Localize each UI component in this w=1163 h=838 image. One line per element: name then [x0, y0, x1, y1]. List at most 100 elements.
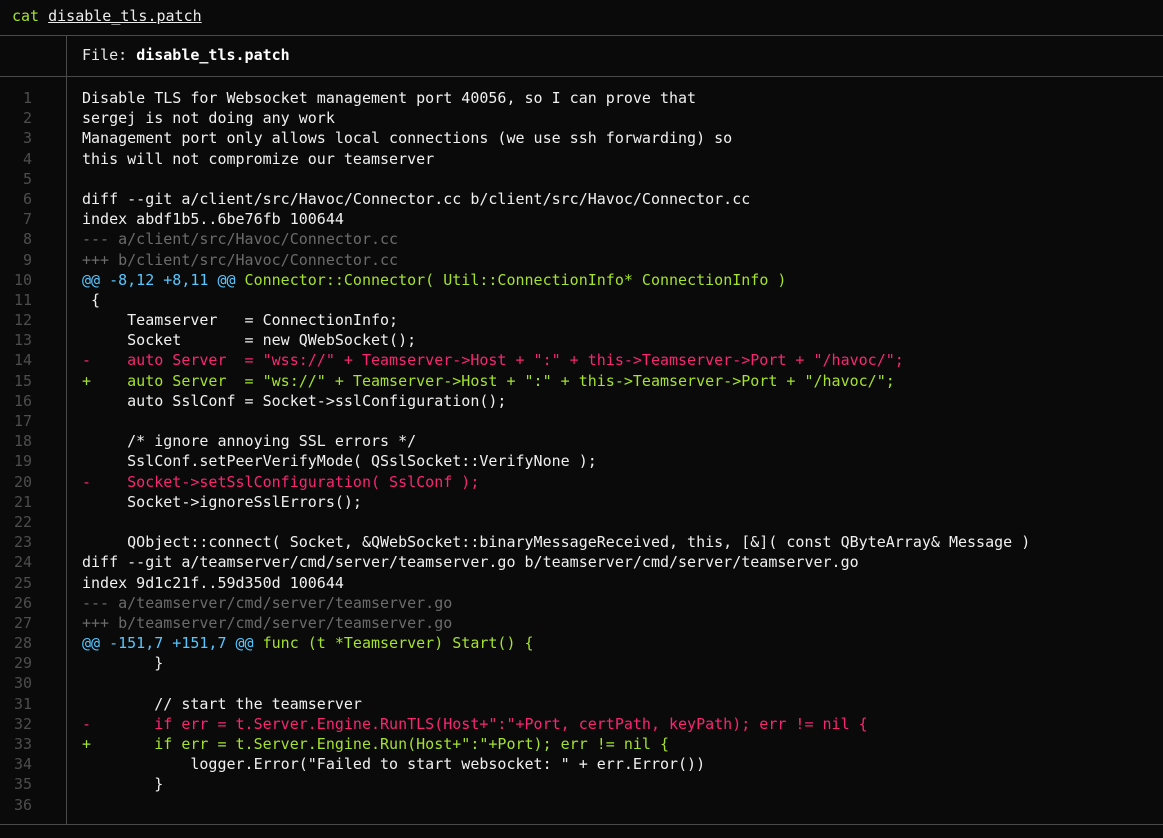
line-number: 11: [13, 290, 32, 309]
line-number: 10: [13, 270, 32, 289]
line-number: 13: [13, 331, 32, 350]
code-line: 5: [0, 169, 1163, 189]
line-number: 32: [13, 714, 32, 733]
code-line: 28 @@ -151,7 +151,7 @@ func (t *Teamserve…: [0, 633, 1163, 653]
code-line: 24 diff --git a/teamserver/cmd/server/tea…: [0, 552, 1163, 572]
line-text: @@ -151,7 +151,7 @@ func (t *Teamserver)…: [82, 633, 534, 653]
hunk-context: Connector::Connector( Util::ConnectionIn…: [235, 270, 787, 289]
line-number: 23: [13, 533, 32, 552]
line-text: --- a/client/src/Havoc/Connector.cc: [82, 230, 399, 249]
line-text: auto Server = "wss://" + Teamserver->Hos…: [82, 351, 904, 370]
line-text: index 9d1c21f..59d350d 100644: [82, 573, 344, 592]
code-line: 7 index abdf1b5..6be76fb 100644: [0, 209, 1163, 229]
line-number: 18: [13, 432, 32, 451]
code-line: 34 logger.Error("Failed to start websock…: [0, 754, 1163, 774]
line-text: }: [82, 654, 164, 673]
line-text: this will not compromize our teamserver: [82, 149, 435, 168]
line-text: {: [82, 290, 101, 309]
line-text: Management port only allows local connec…: [82, 129, 733, 148]
line-number: 33: [13, 735, 32, 753]
line-text: Socket = new QWebSocket();: [82, 331, 417, 350]
line-number: 22: [13, 512, 32, 531]
code-line: 27 +++ b/teamserver/cmd/server/teamserver…: [0, 613, 1163, 633]
line-number: 3: [22, 129, 32, 148]
line-text: Disable TLS for Websocket management por…: [82, 89, 697, 107]
code-line: 18 /* ignore annoying SSL errors */: [0, 431, 1163, 451]
line-number: 24: [13, 553, 32, 572]
line-number: 27: [13, 613, 32, 632]
line-text: @@ -8,12 +8,11 @@ Connector::Connector( …: [82, 270, 786, 290]
line-number: 35: [13, 775, 32, 794]
line-number: 4: [22, 149, 32, 168]
line-text: // start the teamserver: [82, 694, 362, 713]
line-number: 31: [13, 694, 32, 713]
line-number: 30: [13, 674, 32, 693]
line-number: 34: [13, 755, 32, 774]
code-line: 6 diff --git a/client/src/Havoc/Connector…: [0, 189, 1163, 209]
code-line: 10 @@ -8,12 +8,11 @@ Connector::Connector…: [0, 270, 1163, 290]
line-number: 15: [13, 371, 32, 390]
code-line: 13 Socket = new QWebSocket();: [0, 330, 1163, 350]
code-line: 15 + auto Server = "ws://" + Teamserver->…: [0, 371, 1163, 391]
code-line: 3 Management port only allows local conne…: [0, 128, 1163, 148]
line-number: 19: [13, 452, 32, 471]
line-number: 16: [13, 391, 32, 410]
code-line: 16 auto SslConf = Socket->sslConfigurati…: [0, 391, 1163, 411]
code-line: 8 --- a/client/src/Havoc/Connector.cc: [0, 229, 1163, 249]
line-text: logger.Error("Failed to start websocket:…: [82, 755, 706, 774]
code-line: 19 SslConf.setPeerVerifyMode( QSslSocket…: [0, 451, 1163, 471]
code-line: 33 + if err = t.Server.Engine.Run(Host+":…: [0, 734, 1163, 754]
file-label-prefix: File:: [82, 46, 137, 64]
line-number: 26: [13, 593, 32, 612]
code-line: 36: [0, 795, 1163, 815]
code-line: 29 }: [0, 653, 1163, 673]
line-text: Socket->setSslConfiguration( SslConf );: [82, 472, 480, 491]
line-number: 8: [22, 230, 32, 249]
line-number: 20: [13, 472, 32, 491]
line-text: index abdf1b5..6be76fb 100644: [82, 210, 344, 229]
line-number: 21: [13, 492, 32, 511]
line-text: SslConf.setPeerVerifyMode( QSslSocket::V…: [82, 452, 597, 471]
code-line: 30: [0, 673, 1163, 693]
file-header-label: File: disable_tls.patch: [82, 46, 290, 64]
code-line: 17: [0, 411, 1163, 431]
hunk-context: func (t *Teamserver) Start() {: [253, 634, 534, 653]
line-text: diff --git a/client/src/Havoc/Connector.…: [82, 189, 751, 208]
line-number: 1: [22, 89, 32, 107]
line-text: auto Server = "ws://" + Teamserver->Host…: [82, 371, 895, 390]
line-number: 6: [22, 189, 32, 208]
line-number: 5: [22, 169, 32, 188]
code-line: 32- if err = t.Server.Engine.RunTLS(Host…: [0, 714, 1163, 734]
code-line: 9 +++ b/client/src/Havoc/Connector.cc: [0, 250, 1163, 270]
line-number: 7: [22, 210, 32, 229]
line-text: diff --git a/teamserver/cmd/server/teams…: [82, 553, 859, 572]
patch-viewer: File: disable_tls.patch 1 Disable TLS for…: [0, 35, 1163, 825]
line-text: auto SslConf = Socket->sslConfiguration(…: [82, 391, 507, 410]
code-line: 1 Disable TLS for Websocket management po…: [0, 88, 1163, 108]
file-header: File: disable_tls.patch: [0, 36, 1163, 77]
code-line: 11 {: [0, 290, 1163, 310]
code-line: 35 }: [0, 774, 1163, 794]
line-text: if err = t.Server.Engine.Run(Host+":"+Po…: [82, 735, 669, 753]
line-number: 25: [13, 573, 32, 592]
line-number: 29: [13, 654, 32, 673]
command-argument-link[interactable]: disable_tls.patch: [48, 7, 202, 25]
code-line: 21 Socket->ignoreSslErrors();: [0, 492, 1163, 512]
hunk-range: @@ -151,7 +151,7 @@: [82, 634, 254, 653]
line-number: 17: [13, 412, 32, 430]
code-line: 25 index 9d1c21f..59d350d 100644: [0, 573, 1163, 593]
line-number: 9: [22, 250, 32, 269]
line-text: Socket->ignoreSslErrors();: [82, 492, 362, 511]
line-text: }: [82, 775, 164, 794]
line-text: /* ignore annoying SSL errors */: [82, 432, 417, 451]
code-line: 26 --- a/teamserver/cmd/server/teamserver…: [0, 593, 1163, 613]
line-text: QObject::connect( Socket, &QWebSocket::b…: [82, 533, 1031, 552]
code-line: 22: [0, 512, 1163, 532]
line-number: 2: [22, 109, 32, 128]
code-line: 12 Teamserver = ConnectionInfo;: [0, 310, 1163, 330]
code-line: 23 QObject::connect( Socket, &QWebSocket…: [0, 532, 1163, 552]
code-line: 14- auto Server = "wss://" + Teamserver-…: [0, 350, 1163, 370]
code-line: 20- Socket->setSslConfiguration( SslConf…: [0, 472, 1163, 492]
line-number: 14: [13, 351, 32, 370]
line-text: Teamserver = ConnectionInfo;: [82, 311, 399, 330]
